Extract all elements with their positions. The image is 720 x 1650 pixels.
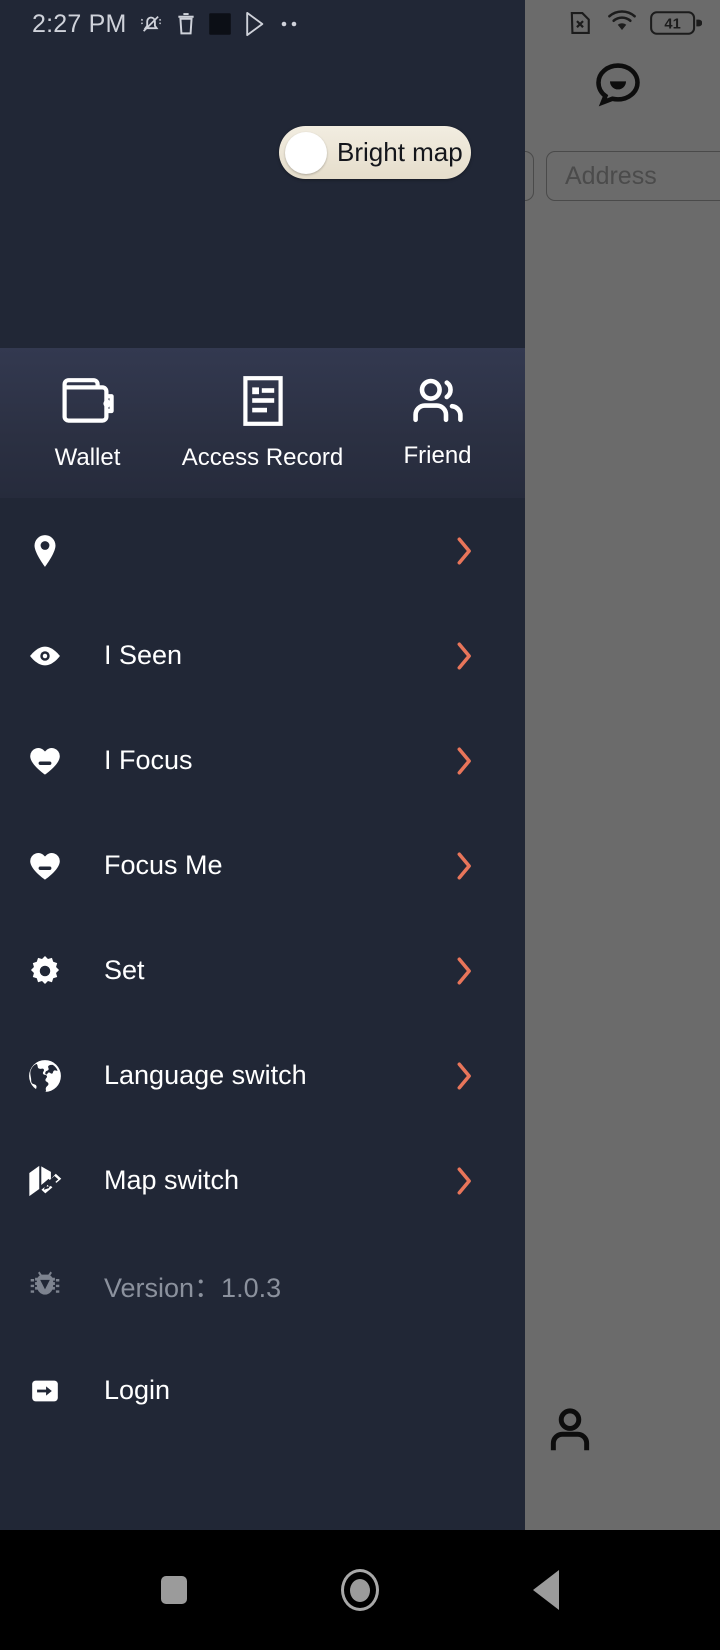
chevron-right-icon <box>456 956 473 986</box>
heart-icon <box>24 851 66 881</box>
menu-item-i-focus-label: I Focus <box>104 745 193 775</box>
menu-item-map-switch[interactable]: Map switch <box>0 1128 525 1233</box>
menu-item-language-switch-label: Language switch <box>104 1060 307 1090</box>
status-bar: 2:27 PM <box>0 0 525 48</box>
location-pin-icon <box>24 534 66 568</box>
back-triangle-icon[interactable] <box>533 1570 559 1610</box>
heart-icon <box>24 746 66 776</box>
quick-action-friend[interactable]: Friend <box>350 348 525 498</box>
quick-action-wallet-label: Wallet <box>54 443 121 471</box>
battery-level-text: 41 <box>664 17 680 33</box>
quick-action-access-record[interactable]: Access Record <box>175 348 350 498</box>
map-edit-icon <box>24 1164 66 1198</box>
menu-item-login[interactable]: Login <box>0 1338 525 1443</box>
battery-icon: 41 <box>650 10 702 36</box>
chevron-right-icon <box>456 641 473 671</box>
menu-item-focus-me[interactable]: Focus Me <box>0 813 525 918</box>
people-icon <box>410 377 466 430</box>
status-bar-right-icons: 41 <box>566 9 702 37</box>
menu-item-set[interactable]: Set <box>0 918 525 1023</box>
navigation-drawer: 2:27 PM Bright map Wallet Access Record … <box>0 0 525 1530</box>
quick-actions-bar: Wallet Access Record Friend <box>0 348 525 498</box>
menu-item-login-label: Login <box>104 1375 171 1405</box>
chevron-right-icon <box>456 536 473 566</box>
menu-item-set-label: Set <box>104 955 145 985</box>
menu-item-focus-me-label: Focus Me <box>104 850 223 880</box>
drawer-menu-list: I Seen I Focus Focus Me Set Language swi… <box>0 498 525 1443</box>
no-sim-icon <box>566 9 594 37</box>
gear-icon <box>24 954 66 988</box>
trash-icon <box>175 12 197 36</box>
globe-icon <box>24 1058 66 1094</box>
menu-item-i-seen[interactable]: I Seen <box>0 603 525 708</box>
chevron-right-icon <box>456 851 473 881</box>
bright-map-toggle[interactable]: Bright map <box>279 126 471 179</box>
play-store-icon <box>243 11 267 37</box>
menu-item-language-switch[interactable]: Language switch <box>0 1023 525 1128</box>
square-app-icon <box>208 12 232 36</box>
document-record-icon <box>239 375 287 432</box>
phone-screen: 41 Address 2:27 PM Bright map Wallet Acc… <box>0 0 720 1650</box>
version-label: Version：1.0.3 <box>104 1273 282 1303</box>
home-circle-icon[interactable] <box>341 1569 379 1611</box>
eye-icon <box>24 645 66 667</box>
bright-map-toggle-label: Bright map <box>337 137 463 167</box>
quick-action-access-record-label: Access Record <box>181 443 344 471</box>
address-input[interactable]: Address <box>546 151 720 201</box>
toggle-knob[interactable] <box>285 131 327 174</box>
mute-icon <box>138 11 164 37</box>
more-dots-icon <box>278 19 304 29</box>
menu-item-i-focus[interactable]: I Focus <box>0 708 525 813</box>
status-bar-clock: 2:27 PM <box>32 9 127 38</box>
wifi-icon <box>607 10 637 36</box>
menu-item-map-switch-label: Map switch <box>104 1165 240 1195</box>
chevron-right-icon <box>456 746 473 776</box>
person-icon[interactable] <box>543 1403 597 1457</box>
system-navigation-bar <box>0 1530 720 1650</box>
chevron-right-icon <box>456 1166 473 1196</box>
wallet-icon <box>60 375 116 432</box>
chevron-right-icon <box>456 1061 473 1091</box>
chat-bubble-icon[interactable] <box>592 58 644 110</box>
quick-action-wallet[interactable]: Wallet <box>0 348 175 498</box>
login-arrow-icon <box>24 1376 66 1406</box>
bug-icon <box>24 1269 66 1303</box>
menu-item-location[interactable] <box>0 498 525 603</box>
quick-action-friend-label: Friend <box>403 441 472 469</box>
recents-square-icon[interactable] <box>161 1576 187 1604</box>
menu-item-version: Version：1.0.3 <box>0 1233 525 1338</box>
menu-item-i-seen-label: I Seen <box>104 640 183 670</box>
